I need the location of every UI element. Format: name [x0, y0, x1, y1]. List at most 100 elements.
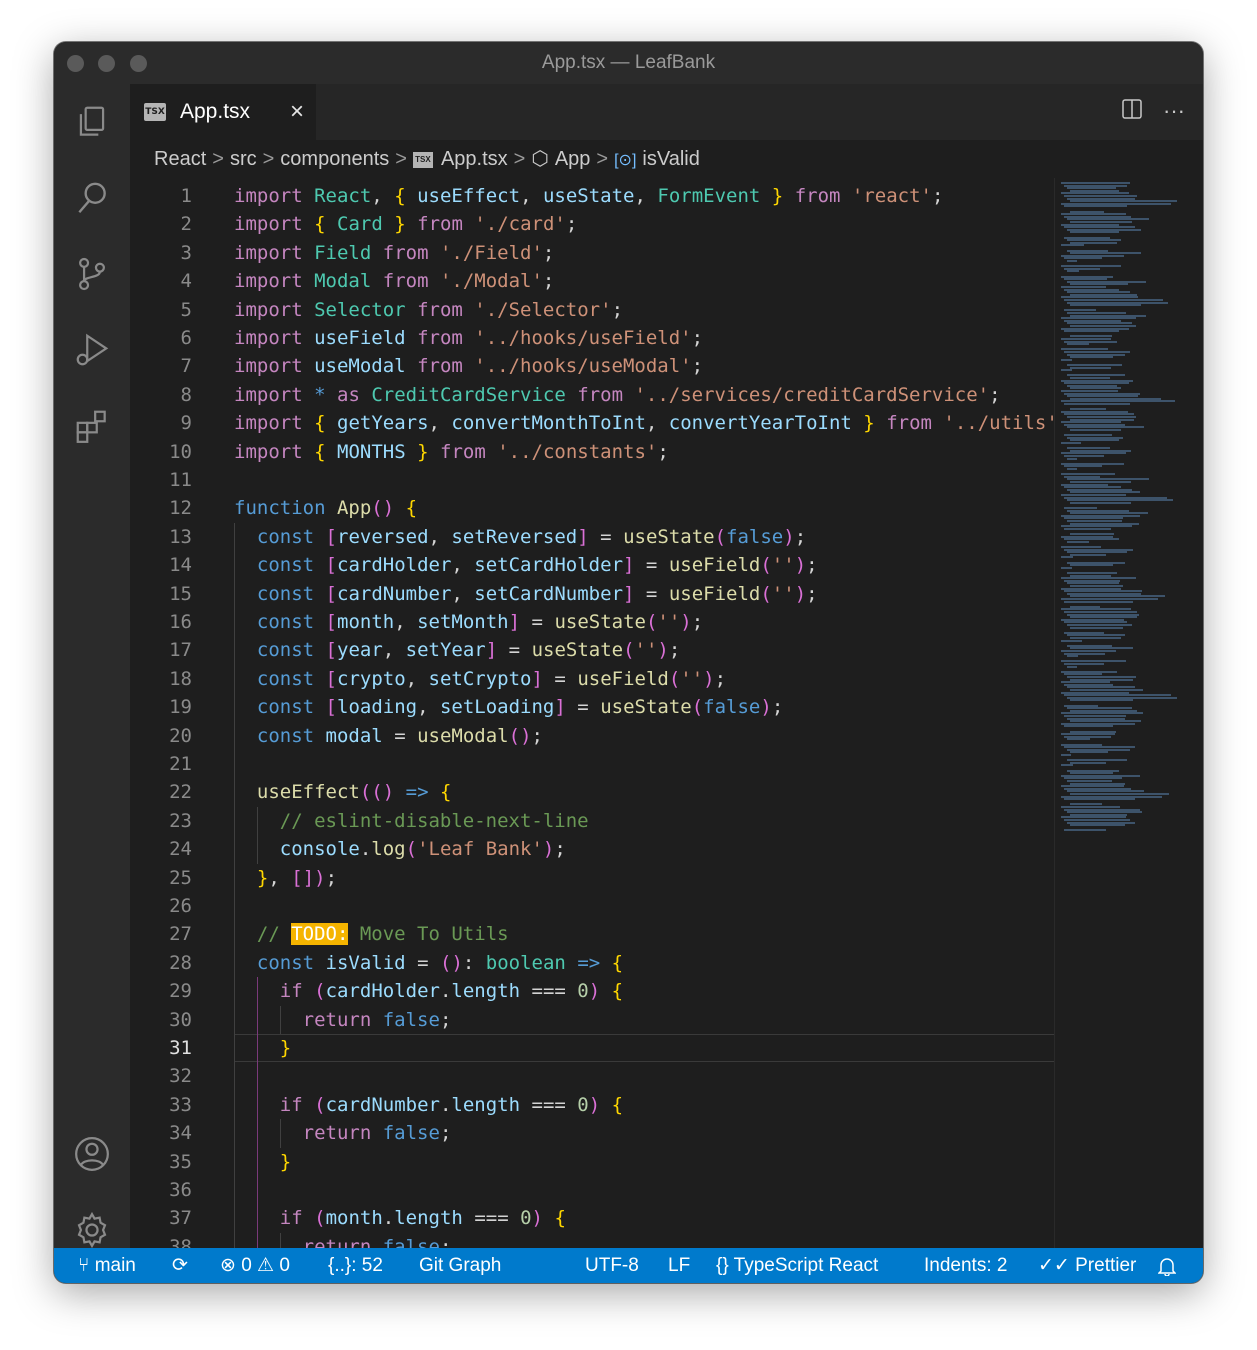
code-line[interactable]: 29 if (cardHolder.length === 0) { [130, 977, 1054, 1005]
code-line[interactable]: 23 // eslint-disable-next-line [130, 807, 1054, 835]
close-window-button[interactable] [67, 55, 84, 72]
line-number: 29 [169, 980, 192, 1003]
notifications-bell-icon[interactable] [1157, 1248, 1177, 1283]
code-line[interactable]: 38 return false; [130, 1233, 1054, 1248]
minimap-line [1067, 468, 1077, 470]
tab-label: App.tsx [180, 100, 251, 123]
code-line[interactable]: 21 [130, 750, 1054, 778]
explorer-icon[interactable] [70, 100, 114, 144]
line-number: 22 [169, 781, 192, 804]
indent-guide [234, 522, 235, 1248]
code-line[interactable]: 4 import Modal from './Modal'; [130, 267, 1054, 295]
code-text: const isValid = (): boolean => { [256, 951, 624, 974]
minimap[interactable] [1054, 178, 1203, 1248]
minimap-line [1064, 829, 1107, 832]
code-line[interactable]: 7 import useModal from '../hooks/useModal… [130, 352, 1054, 380]
code-line[interactable]: 1 import React, { useEffect, useState, Fo… [130, 182, 1054, 210]
zoom-window-button[interactable] [130, 55, 147, 72]
code-line[interactable]: 6 import useField from '../hooks/useField… [130, 324, 1054, 352]
minimap-line [1070, 429, 1121, 431]
code-editor[interactable]: 1 import React, { useEffect, useState, Fo… [130, 178, 1054, 1248]
code-text: const modal = useModal(); [256, 724, 543, 747]
extensions-icon[interactable] [70, 404, 114, 448]
line-number: 3 [180, 241, 192, 264]
minimap-line [1061, 639, 1082, 642]
breadcrumb-react[interactable]: React [154, 148, 206, 170]
code-line[interactable]: 30 return false; [130, 1006, 1054, 1034]
title-bar: App.tsx — LeafBank [54, 42, 1203, 84]
close-tab-icon[interactable]: × [290, 98, 304, 126]
code-line[interactable]: 13 const [reversed, setReversed] = useSt… [130, 523, 1054, 551]
breadcrumb-file[interactable]: App.tsx [441, 148, 508, 170]
code-line[interactable]: 27 // TODO: Move To Utils [130, 920, 1054, 948]
code-line[interactable]: 24 console.log('Leaf Bank'); [130, 835, 1054, 863]
code-text: import useModal from '../hooks/useModal'… [234, 355, 704, 378]
code-line[interactable]: 32 [130, 1062, 1054, 1090]
line-number: 12 [169, 497, 192, 520]
minimap-line [1070, 626, 1123, 629]
language-mode[interactable]: {} TypeScript React [716, 1248, 878, 1283]
code-line[interactable]: 20 const modal = useModal(); [130, 722, 1054, 750]
line-number: 25 [169, 866, 192, 889]
symbols-count[interactable]: {..}: 52 [328, 1248, 383, 1283]
run-debug-icon[interactable] [70, 328, 114, 372]
minimap-line [1070, 356, 1113, 359]
breadcrumb-isvalid[interactable]: isValid [642, 148, 699, 170]
code-line[interactable]: 34 return false; [130, 1119, 1054, 1147]
account-icon[interactable] [70, 1132, 114, 1176]
code-line[interactable]: 14 const [cardHolder, setCardHolder] = u… [130, 551, 1054, 579]
code-line[interactable]: 37 if (month.length === 0) { [130, 1204, 1054, 1232]
code-line[interactable]: 35 } [130, 1148, 1054, 1176]
git-graph-button[interactable]: Git Graph [419, 1248, 501, 1283]
eol-indicator[interactable]: LF [668, 1248, 690, 1283]
code-line[interactable]: 5 import Selector from './Selector'; [130, 296, 1054, 324]
code-line[interactable]: 15 const [cardNumber, setCardNumber] = u… [130, 580, 1054, 608]
code-text: import { getYears, convertMonthToInt, co… [234, 412, 1054, 435]
indentation-indicator[interactable]: Indents: 2 [924, 1248, 1007, 1283]
code-text: import Selector from './Selector'; [234, 298, 624, 321]
code-line[interactable]: 25 }, []); [130, 864, 1054, 892]
line-number: 32 [169, 1065, 192, 1088]
encoding-indicator[interactable]: UTF-8 [585, 1248, 639, 1283]
code-line[interactable]: 12 function App() { [130, 494, 1054, 522]
code-line[interactable]: 2 import { Card } from './card'; [130, 210, 1054, 238]
breadcrumb-components[interactable]: components [280, 148, 389, 170]
code-line[interactable]: 28 const isValid = (): boolean => { [130, 949, 1054, 977]
code-line[interactable]: 33 if (cardNumber.length === 0) { [130, 1091, 1054, 1119]
code-line[interactable]: 3 import Field from './Field'; [130, 239, 1054, 267]
code-line[interactable]: 19 const [loading, setLoading] = useStat… [130, 693, 1054, 721]
code-line[interactable]: 36 [130, 1176, 1054, 1204]
problems-indicator[interactable]: ⊗ 0 ⚠ 0 [220, 1248, 290, 1283]
prettier-indicator[interactable]: ✓✓ Prettier [1038, 1248, 1136, 1283]
more-actions-icon[interactable]: ··· [1163, 98, 1185, 126]
code-line[interactable]: 16 const [month, setMonth] = useState(''… [130, 608, 1054, 636]
code-text: import { MONTHS } from '../constants'; [234, 440, 669, 463]
sync-icon[interactable]: ⟳ [172, 1248, 188, 1283]
code-text: const [cardNumber, setCardNumber] = useF… [256, 582, 818, 605]
breadcrumb-src[interactable]: src [230, 148, 257, 170]
settings-gear-icon[interactable] [70, 1208, 114, 1252]
code-line[interactable]: 26 [130, 892, 1054, 920]
breadcrumb-app[interactable]: App [555, 148, 591, 170]
branch-indicator[interactable]: ⑂ main [78, 1248, 136, 1283]
code-line[interactable]: 17 const [year, setYear] = useState(''); [130, 636, 1054, 664]
code-line[interactable]: 18 const [crypto, setCrypto] = useField(… [130, 665, 1054, 693]
minimap-line [1070, 366, 1112, 369]
source-control-icon[interactable] [70, 252, 114, 296]
minimize-window-button[interactable] [98, 55, 115, 72]
tsx-file-icon: TSX [412, 151, 433, 168]
line-number: 19 [169, 696, 192, 719]
code-line[interactable]: 9 import { getYears, convertMonthToInt, c… [130, 409, 1054, 437]
split-editor-icon[interactable] [1121, 98, 1143, 126]
code-text: }, []); [256, 866, 338, 889]
line-number: 6 [180, 327, 192, 349]
code-text: console.log('Leaf Bank'); [279, 838, 566, 861]
code-line[interactable]: 10 import { MONTHS } from '../constants'; [130, 438, 1054, 466]
code-line[interactable]: 31 } [130, 1034, 1054, 1063]
line-number: 28 [169, 951, 192, 974]
code-line[interactable]: 8 import * as CreditCardService from '../… [130, 381, 1054, 409]
tab-app-tsx[interactable]: TSX App.tsx × [130, 84, 316, 140]
code-line[interactable]: 22 useEffect(() => { [130, 778, 1054, 806]
code-line[interactable]: 11 [130, 466, 1054, 494]
search-icon[interactable] [70, 176, 114, 220]
